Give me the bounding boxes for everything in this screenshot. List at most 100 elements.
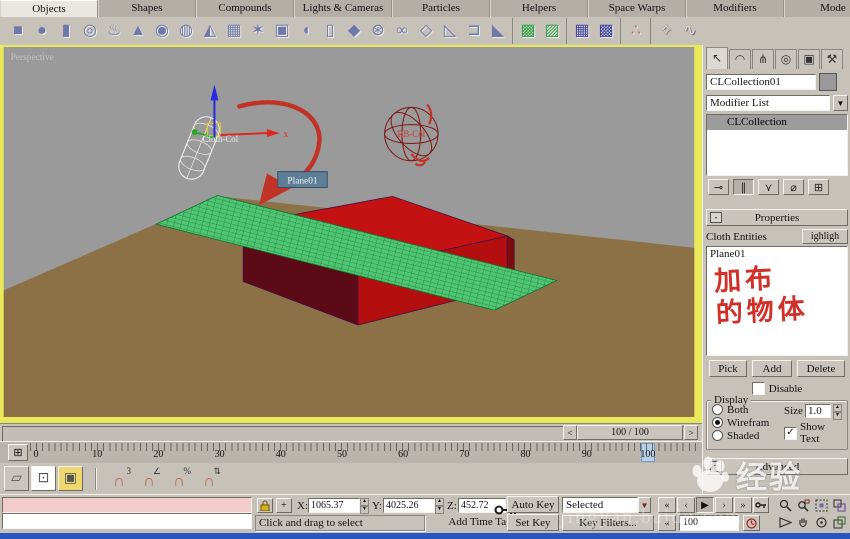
add-button[interactable]: Add (752, 360, 792, 377)
entity-item[interactable]: Plane01 (707, 247, 847, 260)
torus-icon[interactable]: ◎ (78, 18, 102, 44)
modifier-stack[interactable]: CLCollection (706, 114, 848, 176)
dropdown-arrow-icon[interactable]: ▼ (638, 497, 651, 513)
cylinder-icon[interactable]: ▮ (54, 18, 78, 44)
pan-button[interactable] (795, 514, 812, 530)
time-slider-next-button[interactable]: > (684, 425, 698, 440)
time-slider-thumb[interactable]: 100 / 100 (577, 425, 683, 440)
snap-mode-icon[interactable]: ▣ (58, 466, 83, 491)
spindle-icon[interactable]: ◆ (342, 18, 366, 44)
tab-helpers[interactable]: Helpers (490, 0, 588, 17)
tri-patch-icon[interactable]: ▨ (540, 18, 567, 44)
bone-icon[interactable]: ✧ (654, 18, 678, 44)
size-spinner[interactable]: ▲ ▼ (832, 404, 842, 420)
tab-particles[interactable]: Particles (392, 0, 490, 17)
x-spinner[interactable]: ▲ ▼ (360, 498, 369, 514)
auto-key-button[interactable]: Auto Key (507, 496, 559, 513)
delete-button[interactable]: Delete (797, 360, 845, 377)
tab-modifiers[interactable]: Modifiers (686, 0, 784, 17)
properties-rollout-header[interactable]: - Properties (706, 209, 848, 226)
utilities-tab[interactable]: ⚒ (821, 49, 843, 69)
cone-icon[interactable]: ▲ (126, 18, 150, 44)
key-mode-toggle[interactable] (753, 497, 769, 513)
min-max-toggle-button[interactable] (831, 514, 848, 530)
advanced-rollout-header[interactable]: + Advanced (706, 458, 848, 476)
gengon-icon[interactable]: ◇ (414, 18, 438, 44)
torus-knot-icon[interactable]: ∞ (390, 18, 414, 44)
oil-tank-icon[interactable]: ▯ (318, 18, 342, 44)
spinner-snap-toggle[interactable]: ∩ ⇅ (196, 466, 222, 491)
tab-space-warps[interactable]: Space Warps (588, 0, 686, 17)
tab-lights-cameras[interactable]: Lights & Cameras (294, 0, 392, 17)
selection-region-icon[interactable]: ⊡ (31, 466, 56, 491)
y-axis-handle[interactable] (191, 129, 198, 136)
zoom-all-button[interactable] (795, 497, 812, 513)
selection-set-dropdown[interactable]: Selected (562, 497, 638, 513)
modifier-stack-entry[interactable]: CLCollection (707, 115, 847, 130)
hedra-icon[interactable]: ✶ (246, 18, 270, 44)
plane-icon[interactable]: ▦ (222, 18, 246, 44)
current-frame-field[interactable]: 100 (679, 515, 739, 531)
remove-modifier-icon[interactable]: ⌀ (783, 179, 804, 195)
snap-toggle-3d[interactable]: ∩ 3 (106, 466, 132, 491)
select-tab[interactable]: ↖ (706, 47, 728, 69)
nurbs-cv-surface-icon[interactable]: ▩ (594, 18, 621, 44)
capsule-icon[interactable]: ◖ (294, 18, 318, 44)
tab-compounds[interactable]: Compounds (196, 0, 294, 17)
zoom-button[interactable] (777, 497, 794, 513)
go-to-start-button[interactable]: « (658, 497, 676, 513)
track-bar[interactable]: ⊞ 0 10 20 30 40 50 60 70 80 90 100 (0, 441, 702, 465)
collapse-icon[interactable]: - (710, 212, 722, 223)
prism-icon[interactable]: ◣ (486, 18, 513, 44)
selection-lock-toggle[interactable] (257, 498, 273, 513)
previous-frame-button[interactable]: ‹ (677, 497, 695, 513)
set-key-button[interactable]: Set Key (507, 514, 559, 531)
tab-shapes[interactable]: Shapes (98, 0, 196, 17)
quad-patch-icon[interactable]: ▩ (516, 18, 540, 44)
mirror-tool-icon[interactable]: ▱ (4, 466, 29, 491)
object-name-field[interactable]: CLCollection01 (706, 74, 816, 90)
go-to-end-button[interactable]: » (734, 497, 752, 513)
angle-snap-toggle[interactable]: ∩ ∠ (136, 466, 162, 491)
show-text-checkbox[interactable]: ✓ (784, 427, 797, 441)
configure-modifier-sets-icon[interactable]: ⊞ (808, 179, 829, 195)
ringwave-icon[interactable]: ⊛ (366, 18, 390, 44)
modifier-list-arrow[interactable]: ▼ (833, 95, 848, 111)
spring-icon[interactable]: ∿ (678, 18, 702, 44)
pin-stack-icon[interactable]: ⊸ (708, 179, 729, 195)
tube-icon[interactable]: ◍ (174, 18, 198, 44)
display-wireframe-radio[interactable]: Wirefram (712, 416, 784, 429)
key-filters-button[interactable]: Key Filters... (562, 515, 654, 531)
y-spinner[interactable]: ▲ ▼ (435, 498, 444, 514)
highlight-button[interactable]: ighligh (802, 229, 848, 244)
pick-button[interactable]: Pick (709, 360, 747, 377)
time-slider-prev-button[interactable]: < (563, 425, 577, 440)
pyramid-icon[interactable]: ◭ (198, 18, 222, 44)
viewport-label[interactable]: Perspective (11, 53, 54, 63)
modifier-list-dropdown[interactable]: Modifier List (706, 95, 830, 111)
percent-snap-toggle[interactable]: ∩ % (166, 466, 192, 491)
show-end-result-icon[interactable]: ∥ (733, 179, 754, 195)
sphere-icon[interactable]: ● (30, 18, 54, 44)
expand-icon[interactable]: + (710, 461, 722, 473)
nurbs-surface-icon[interactable]: ▦ (570, 18, 594, 44)
teapot-icon[interactable]: ♨ (102, 18, 126, 44)
display-tab[interactable]: ▣ (798, 49, 820, 69)
cloth-entities-list[interactable]: Plane01 加布 的物体 (706, 246, 848, 356)
make-unique-icon[interactable]: ⋎ (758, 179, 779, 195)
point-helper-icon[interactable]: ∴ (624, 18, 651, 44)
tab-objects[interactable]: Objects (0, 0, 98, 17)
y-coord-field[interactable]: 4025.26 (383, 498, 435, 513)
maxscript-listener-pink[interactable] (2, 497, 252, 513)
play-button[interactable]: ▶ (696, 497, 714, 513)
zoom-extents-button[interactable] (813, 497, 830, 513)
object-color-swatch[interactable] (819, 73, 837, 91)
size-field[interactable]: 1.0 (804, 404, 831, 418)
display-shaded-radio[interactable]: Shaded (712, 429, 784, 442)
transform-type-in-icon[interactable]: + (276, 498, 292, 513)
tab-modeling[interactable]: Mode (784, 0, 850, 17)
disable-checkbox[interactable] (751, 382, 765, 395)
time-configuration-button[interactable] (743, 515, 760, 531)
chamfer-box-icon[interactable]: ▣ (270, 18, 294, 44)
next-frame-button[interactable]: › (715, 497, 733, 513)
